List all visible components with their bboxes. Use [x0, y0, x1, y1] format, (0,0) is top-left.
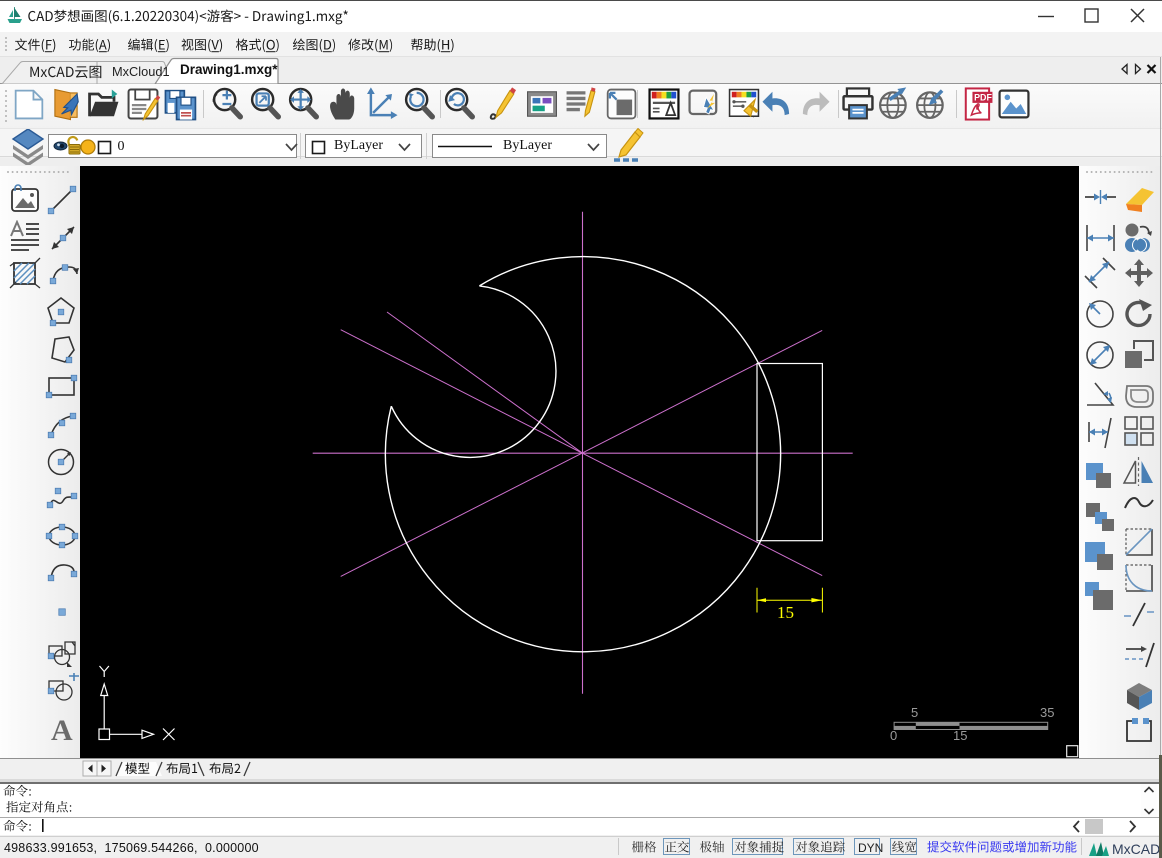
svg-text:A: A	[51, 714, 73, 746]
svg-text:0: 0	[890, 728, 897, 743]
svg-text:5: 5	[911, 705, 918, 720]
svg-text:15: 15	[953, 728, 967, 743]
svg-text:PDF: PDF	[974, 92, 992, 102]
svg-text:35: 35	[1040, 705, 1054, 720]
svg-text:15: 15	[777, 603, 794, 622]
